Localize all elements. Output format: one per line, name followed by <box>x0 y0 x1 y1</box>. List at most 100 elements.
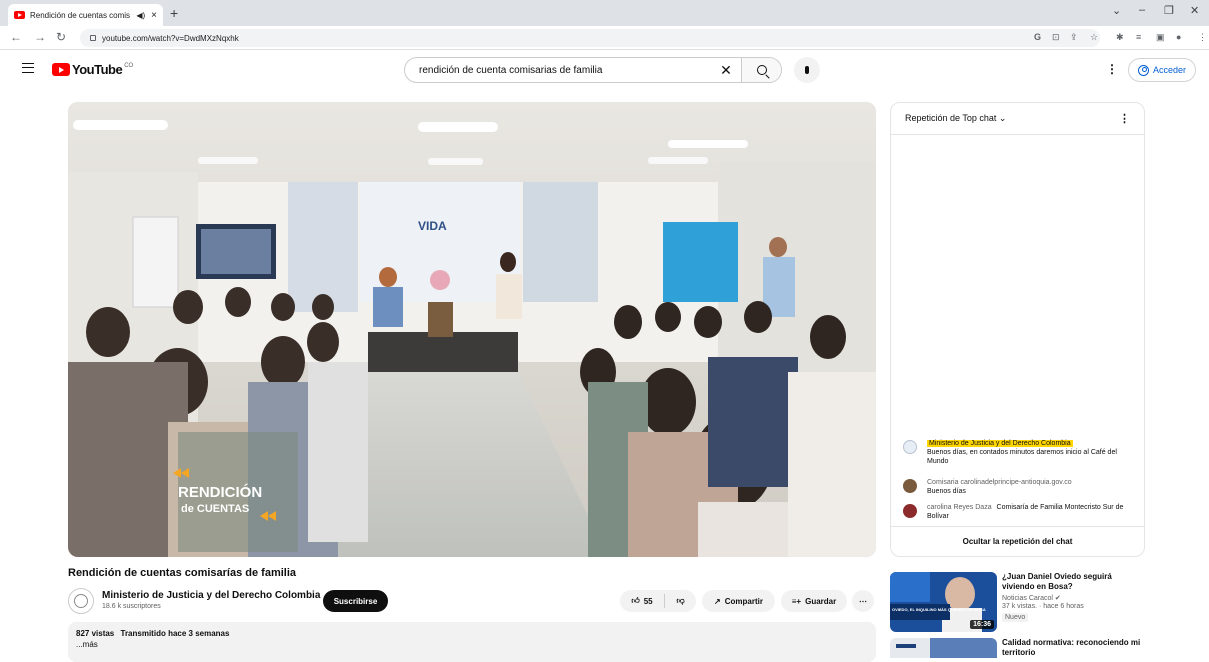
recommended-channel-name: Noticias Caracol <box>1002 595 1053 602</box>
thumbnail-caption: OVIEDO, EL INQUILINO MÁS QUERIDO DE BOSA <box>892 607 986 612</box>
reload-icon[interactable]: ↻ <box>56 30 66 44</box>
stream-date: Transmitido hace 3 semanas <box>120 629 230 638</box>
chat-author[interactable]: Comisaria carolinadelprincipe-antioquia.… <box>927 478 1072 487</box>
show-more-link[interactable]: ...más <box>76 640 868 649</box>
tab-search-icon[interactable]: ≡ <box>1136 32 1141 42</box>
tab-title: Rendición de cuentas comis <box>30 10 131 20</box>
chrome-menu-icon[interactable]: ⋮ <box>1198 32 1207 43</box>
thumbs-down-icon: 👎︎ <box>676 596 685 605</box>
tab-close-icon[interactable]: × <box>151 10 157 21</box>
lock-icon[interactable] <box>90 35 96 41</box>
video-thumbnail[interactable] <box>890 638 997 658</box>
search-icon <box>756 65 767 75</box>
settings-menu-icon[interactable]: ⋮ <box>1106 62 1118 76</box>
chat-avatar[interactable] <box>903 479 917 493</box>
youtube-favicon-icon <box>14 11 25 19</box>
share-button[interactable]: ↗ Compartir <box>702 590 775 612</box>
video-thumbnail[interactable]: OVIEDO, EL INQUILINO MÁS QUERIDO DE BOSA… <box>890 572 997 632</box>
playlist-add-icon: ≡+ <box>791 596 802 606</box>
dislike-button[interactable]: 👎︎ <box>665 590 696 612</box>
recommended-video[interactable]: OVIEDO, EL INQUILINO MÁS QUERIDO DE BOSA… <box>890 572 1145 634</box>
video-frame: VIDA RENDICIÓN de CUENTAS <box>68 102 876 557</box>
chat-author[interactable]: carolina Reyes Daza <box>927 504 992 511</box>
restore-icon[interactable]: ❐ <box>1164 4 1174 17</box>
signin-button[interactable]: Acceder <box>1128 58 1196 82</box>
video-player[interactable]: VIDA RENDICIÓN de CUENTAS <box>68 102 876 557</box>
sidepanel-icon[interactable]: ▣ <box>1156 32 1165 43</box>
install-icon[interactable]: ⊡ <box>1052 32 1060 43</box>
coat-of-arms-icon <box>74 594 88 608</box>
minimize-icon[interactable]: – <box>1139 4 1145 16</box>
recommended-video[interactable]: Calidad normativa: reconociendo mi terri… <box>890 638 1145 658</box>
chat-author[interactable]: Ministerio de Justicia y del Derecho Col… <box>927 440 1073 447</box>
chat-header: Repetición de Top chat ⌄ ⋮ <box>891 103 1144 135</box>
subscribe-button[interactable]: Suscribirse <box>323 590 388 612</box>
forward-icon[interactable]: → <box>34 30 46 44</box>
url-text: youtube.com/watch?v=DwdMXzNqxhk <box>102 33 239 43</box>
chat-text: Buenos días, en contados minutos daremos… <box>927 449 1117 465</box>
recommended-channel[interactable]: Noticias Caracol ✔ <box>1002 594 1061 602</box>
profile-icon[interactable]: ● <box>1176 32 1181 42</box>
overlay-title-line1: RENDICIÓN <box>178 483 262 501</box>
recommended-title[interactable]: ¿Juan Daniel Oviedo seguirá viviendo en … <box>1002 572 1142 592</box>
close-window-icon[interactable]: ✕ <box>1190 4 1199 17</box>
share-icon[interactable]: ⇪ <box>1070 32 1078 43</box>
save-label: Guardar <box>805 596 837 606</box>
chat-text: Buenos días <box>927 488 966 495</box>
chat-mode-dropdown[interactable]: Repetición de Top chat ⌄ <box>905 113 1119 124</box>
new-tab-icon[interactable]: + <box>170 5 178 21</box>
save-button[interactable]: ≡+ Guardar <box>781 590 847 612</box>
like-dislike-group: 👍︎ 55 👎︎ <box>620 590 696 612</box>
like-button[interactable]: 👍︎ 55 <box>620 590 664 612</box>
chat-message: carolina Reyes Daza Comisaría de Familia… <box>903 503 1133 521</box>
play-logo-icon <box>52 63 70 76</box>
star-icon[interactable]: ☆ <box>1090 32 1098 43</box>
chat-avatar[interactable] <box>903 440 917 454</box>
chat-mode-label: Repetición de Top chat <box>905 113 997 123</box>
clear-search-icon[interactable]: ✕ <box>711 62 741 79</box>
puzzle-icon[interactable]: ✱ <box>1116 32 1124 43</box>
tab-list-icon[interactable]: ⌄ <box>1112 4 1121 17</box>
country-code: CO <box>124 62 134 69</box>
search-button[interactable] <box>741 58 781 82</box>
recommended-meta: 37 k vistas. · hace 6 horas <box>1002 603 1084 610</box>
youtube-logo[interactable]: YouTube CO <box>52 62 133 77</box>
browser-tab[interactable]: Rendición de cuentas comis ◀) × <box>8 4 163 26</box>
share-arrow-icon: ↗ <box>714 596 721 606</box>
video-title: Rendición de cuentas comisarías de famil… <box>68 567 297 579</box>
share-label: Compartir <box>724 596 763 606</box>
more-actions-button[interactable]: ⋯ <box>852 590 874 612</box>
chevron-down-icon: ⌄ <box>998 113 1007 123</box>
audio-icon[interactable]: ◀) <box>136 11 145 20</box>
like-count: 55 <box>643 596 653 606</box>
verified-icon: ✔ <box>1054 595 1061 602</box>
search-box[interactable]: rendición de cuenta comisarias de famili… <box>404 57 782 83</box>
channel-avatar[interactable] <box>68 588 94 614</box>
description-box[interactable]: 827 vistas Transmitido hace 3 semanas ..… <box>68 622 876 662</box>
new-badge: Nuevo <box>1002 613 1029 622</box>
google-icon[interactable]: G <box>1034 32 1041 42</box>
browser-toolbar: ← → ↻ youtube.com/watch?v=DwdMXzNqxhk G … <box>0 26 1209 50</box>
thumbnail-image <box>890 638 997 658</box>
logo-wordmark: YouTube <box>72 62 123 77</box>
banner-text: VIDA <box>418 219 447 233</box>
browser-tabbar: Rendición de cuentas comis ◀) × + ⌄ – ❐ … <box>0 0 1209 26</box>
address-bar[interactable]: youtube.com/watch?v=DwdMXzNqxhk <box>80 29 1100 47</box>
chat-menu-icon[interactable]: ⋮ <box>1119 112 1130 125</box>
thumbs-up-icon: 👍︎ <box>631 596 640 605</box>
user-icon <box>1137 64 1149 76</box>
video-duration: 16:36 <box>970 620 994 629</box>
chat-message: Comisaria carolinadelprincipe-antioquia.… <box>903 478 1133 496</box>
recommended-title[interactable]: Calidad normativa: reconociendo mi terri… <box>1002 638 1142 658</box>
chat-avatar[interactable] <box>903 504 917 518</box>
hide-chat-button[interactable]: Ocultar la repetición del chat <box>891 526 1144 556</box>
view-count: 827 vistas <box>76 629 115 638</box>
chat-replay-panel: Repetición de Top chat ⌄ ⋮ Ministerio de… <box>890 102 1145 557</box>
voice-search-button[interactable] <box>794 57 820 83</box>
back-icon[interactable]: ← <box>10 30 22 44</box>
hamburger-menu-icon[interactable] <box>22 63 34 73</box>
search-input[interactable]: rendición de cuenta comisarias de famili… <box>419 65 711 76</box>
channel-name[interactable]: Ministerio de Justicia y del Derecho Col… <box>102 590 320 601</box>
more-horizontal-icon: ⋯ <box>859 596 867 606</box>
overlay-title-line2: de CUENTAS <box>181 503 249 515</box>
